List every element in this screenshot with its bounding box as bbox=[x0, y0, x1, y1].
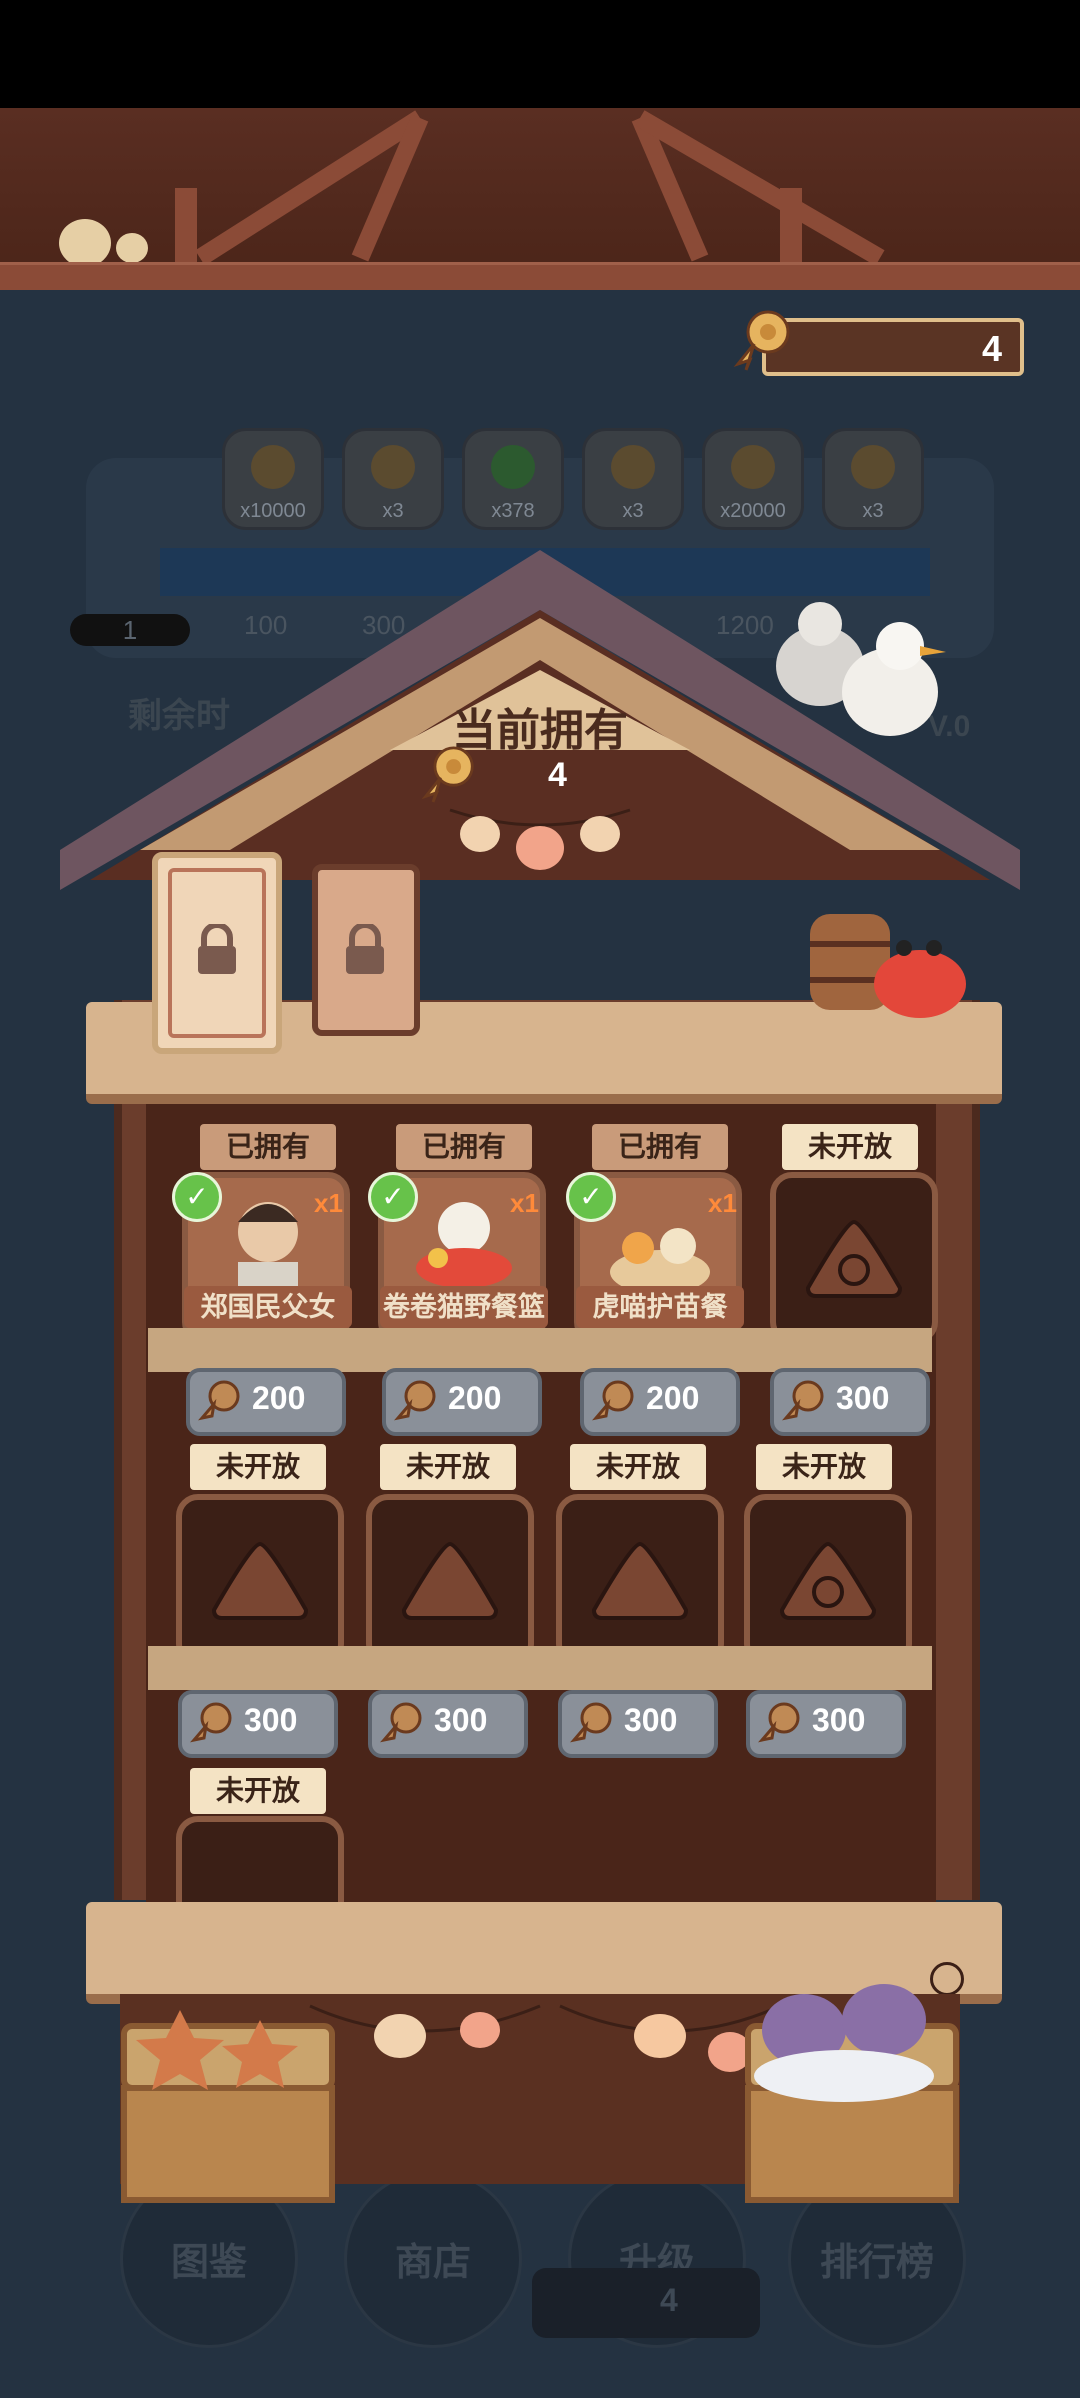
item-quantity: x1 bbox=[708, 1188, 737, 1218]
locked-item-triangle-icon bbox=[805, 1219, 903, 1298]
buy-price-button[interactable]: 300 bbox=[746, 1690, 906, 1758]
lock-icon bbox=[346, 924, 384, 974]
barrel-and-crab-decoration bbox=[810, 914, 966, 1018]
status-bar bbox=[0, 0, 1080, 108]
slot-status-tag: 未开放 bbox=[570, 1444, 706, 1490]
item-slot-locked[interactable] bbox=[556, 1494, 724, 1666]
picnic-basket-image bbox=[416, 1202, 512, 1288]
starfish-treasure-chest bbox=[121, 2010, 335, 2203]
item-name: 郑国民父女 bbox=[184, 1286, 352, 1328]
buy-price-button[interactable]: 300 bbox=[558, 1690, 718, 1758]
locked-item-triangle-icon bbox=[401, 1541, 499, 1620]
locked-item-triangle-icon bbox=[779, 1541, 877, 1620]
slot-status-tag: 未开放 bbox=[756, 1444, 892, 1490]
slot-status-tag: 未开放 bbox=[782, 1124, 918, 1170]
slot-status-tag: 已拥有 bbox=[396, 1124, 532, 1170]
slot-status-tag: 未开放 bbox=[190, 1768, 326, 1814]
shelf-divider bbox=[148, 1328, 932, 1372]
nav-shop-button[interactable]: 商店 bbox=[344, 2170, 522, 2348]
slot-status-tag: 已拥有 bbox=[200, 1124, 336, 1170]
owned-check-icon: ✓ bbox=[172, 1172, 222, 1222]
fish-currency-icon bbox=[190, 1702, 232, 1743]
fish-currency-icon bbox=[592, 1380, 634, 1421]
locked-card[interactable] bbox=[312, 864, 420, 1036]
shelf-divider bbox=[148, 1646, 932, 1690]
reward-badge: x3 bbox=[582, 428, 684, 530]
item-slot-locked[interactable] bbox=[770, 1172, 938, 1344]
fish-currency-icon bbox=[198, 1380, 240, 1421]
shell-garland bbox=[449, 808, 631, 870]
fish-currency-icon bbox=[758, 1702, 800, 1743]
fish-currency-icon bbox=[782, 1380, 824, 1421]
reward-badge: x378 bbox=[462, 428, 564, 530]
buy-price-button[interactable]: 300 bbox=[770, 1368, 930, 1436]
item-slot-locked[interactable] bbox=[366, 1494, 534, 1666]
buy-price-button[interactable]: 300 bbox=[368, 1690, 528, 1758]
buy-price-button[interactable]: 200 bbox=[186, 1368, 346, 1436]
fish-currency-icon bbox=[394, 1380, 436, 1421]
buy-price-button[interactable]: 200 bbox=[382, 1368, 542, 1436]
character-portrait bbox=[238, 1202, 298, 1286]
buy-price-button[interactable]: 300 bbox=[178, 1690, 338, 1758]
item-slot-locked[interactable] bbox=[176, 1816, 344, 1912]
fish-treasure-chest bbox=[745, 1984, 959, 2203]
locked-item-triangle-icon bbox=[211, 1541, 309, 1620]
slot-status-tag: 未开放 bbox=[380, 1444, 516, 1490]
item-name: 卷卷猫野餐篮 bbox=[380, 1286, 548, 1328]
fish-currency-icon bbox=[570, 1702, 612, 1743]
item-name: 虎喵护苗餐 bbox=[576, 1286, 744, 1328]
owned-count: 4 bbox=[548, 756, 567, 794]
tiger-meal-image bbox=[610, 1228, 710, 1294]
item-quantity: x1 bbox=[510, 1188, 539, 1218]
locked-card[interactable] bbox=[152, 852, 282, 1054]
bottom-currency-counter: 4 bbox=[532, 2268, 760, 2338]
top-currency-bar: 4 bbox=[762, 318, 1024, 376]
item-slot-locked[interactable] bbox=[744, 1494, 912, 1666]
item-quantity: x1 bbox=[314, 1188, 343, 1218]
slot-status-tag: 未开放 bbox=[190, 1444, 326, 1490]
locked-item-triangle-icon bbox=[591, 1541, 689, 1620]
reward-badge: x20000 bbox=[702, 428, 804, 530]
item-slot-locked[interactable] bbox=[176, 1494, 344, 1666]
reward-badge: x3 bbox=[342, 428, 444, 530]
reward-badge: x10000 bbox=[222, 428, 324, 530]
fish-currency-icon bbox=[421, 746, 474, 803]
fish-currency-icon bbox=[733, 310, 790, 371]
reward-badge: x3 bbox=[822, 428, 924, 530]
owned-check-icon: ✓ bbox=[368, 1172, 418, 1222]
lock-icon bbox=[198, 924, 236, 974]
slot-status-tag: 已拥有 bbox=[592, 1124, 728, 1170]
owned-check-icon: ✓ bbox=[566, 1172, 616, 1222]
buy-price-button[interactable]: 200 bbox=[580, 1368, 740, 1436]
seagulls-decoration bbox=[776, 602, 946, 736]
fish-currency-icon bbox=[380, 1702, 422, 1743]
roof-beam-ledge bbox=[0, 262, 1080, 293]
top-currency-value: 4 bbox=[981, 328, 1002, 369]
shell-garland bbox=[309, 2004, 781, 2072]
